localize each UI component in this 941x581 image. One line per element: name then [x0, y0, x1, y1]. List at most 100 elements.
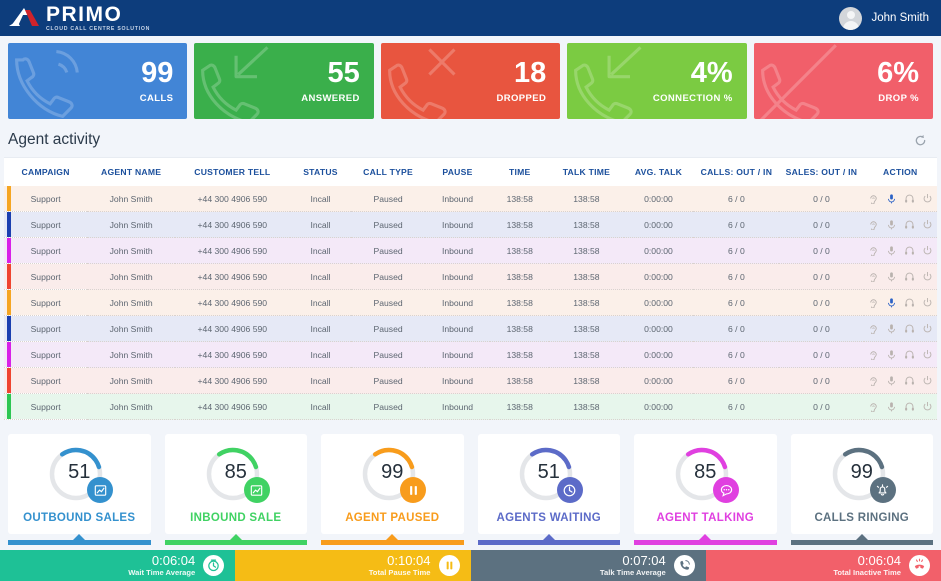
status-icon-circle [438, 555, 460, 576]
headset-icon[interactable] [904, 193, 915, 204]
microphone-icon[interactable] [886, 297, 897, 308]
headset-icon[interactable] [904, 219, 915, 230]
power-icon[interactable] [922, 297, 933, 308]
kpi-card-connection[interactable]: 4% CONNECTION % [567, 43, 747, 119]
table-row[interactable]: Support John Smith +44 300 4906 590 Incall P… [4, 263, 937, 290]
ear-listen-icon[interactable] [868, 323, 879, 334]
status-segment-total-inactive-time[interactable]: 0:06:04 Total Inactive Time [705, 550, 941, 581]
power-icon[interactable] [922, 375, 933, 386]
cell-avg-talk: 0:00:00 [623, 341, 694, 368]
gauge-widget-agents-waiting[interactable]: 51 AGENTS WAITING [477, 434, 620, 546]
status-label: Wait Time Average [128, 567, 196, 577]
power-icon[interactable] [922, 323, 933, 334]
microphone-icon[interactable] [886, 245, 897, 256]
kpi-card-answered[interactable]: 55 ANSWERED [194, 43, 374, 119]
power-icon[interactable] [922, 401, 933, 412]
headset-icon[interactable] [904, 297, 915, 308]
gauge-widget-outbound-sales[interactable]: 51 OUTBOUND SALES [8, 434, 151, 546]
microphone-icon[interactable] [886, 219, 897, 230]
table-row[interactable]: Support John Smith +44 300 4906 590 Incall P… [4, 237, 937, 264]
microphone-icon[interactable] [886, 375, 897, 386]
gauge-widget-inbound-sale[interactable]: 85 INBOUND SALE [164, 434, 307, 546]
cell-status: Incall [289, 315, 352, 342]
action-icon-group [864, 219, 937, 230]
microphone-icon[interactable] [886, 349, 897, 360]
ear-listen-icon[interactable] [868, 297, 879, 308]
status-segment-total-pause-time[interactable]: 0:10:04 Total Pause Time [235, 550, 471, 581]
column-header-pause[interactable]: PAUSE [424, 158, 491, 186]
app-logo[interactable]: PRIMO CLOUD CALL CENTRE SOLUTION [8, 4, 150, 32]
power-icon[interactable] [922, 271, 933, 282]
headset-icon[interactable] [904, 401, 915, 412]
cell-talk-time: 138:58 [549, 211, 624, 238]
column-header-time[interactable]: TIME [490, 158, 550, 186]
microphone-icon[interactable] [886, 323, 897, 334]
chat-icon [720, 484, 732, 497]
headset-icon[interactable] [904, 245, 915, 256]
refresh-icon[interactable] [911, 131, 929, 149]
column-header-sales-out-in[interactable]: SALES: OUT / IN [779, 158, 864, 186]
gauge-badge [713, 477, 740, 503]
cell-time: 138:58 [490, 341, 550, 368]
status-segment-wait-time-average[interactable]: 0:06:04 Wait Time Average [0, 550, 236, 581]
cell-campaign: Support [4, 367, 88, 394]
column-header-avg-talk[interactable]: AVG. TALK [623, 158, 694, 186]
table-row[interactable]: Support John Smith +44 300 4906 590 Incall P… [4, 341, 937, 368]
kpi-card-calls[interactable]: 99 CALLS [8, 43, 188, 119]
user-menu[interactable]: John Smith [839, 6, 929, 30]
column-header-customer-tell[interactable]: CUSTOMER TELL [175, 158, 290, 186]
ear-listen-icon[interactable] [868, 401, 879, 412]
column-header-status[interactable]: STATUS [289, 158, 352, 186]
table-row[interactable]: Support John Smith +44 300 4906 590 Incall P… [4, 315, 937, 342]
column-header-talk-time[interactable]: TALK TIME [549, 158, 624, 186]
column-header-calls-out-in[interactable]: CALLS: OUT / IN [693, 158, 780, 186]
cell-status: Incall [289, 263, 352, 290]
phone-slash-icon [759, 44, 837, 119]
cell-calls: 6 / 0 [693, 367, 780, 394]
cell-talk-time: 138:58 [549, 341, 624, 368]
headset-icon[interactable] [904, 349, 915, 360]
bottom-status-bar: 0:06:04 Wait Time Average 0:10:04 Total Pau… [0, 550, 941, 581]
headset-icon[interactable] [904, 323, 915, 334]
logo-tagline: CLOUD CALL CENTRE SOLUTION [46, 25, 151, 32]
status-segment-talk-time-average[interactable]: 0:07:04 Talk Time Average [470, 550, 706, 581]
headset-icon[interactable] [904, 271, 915, 282]
gauge-widget-agent-paused[interactable]: 99 AGENT PAUSED [321, 434, 464, 546]
gauge-widget-agent-talking[interactable]: 85 AGENT TALKING [634, 434, 777, 546]
cell-calls: 6 / 0 [693, 393, 780, 420]
table-row[interactable]: Support John Smith +44 300 4906 590 Incall P… [4, 289, 937, 316]
chart-up-icon [94, 484, 107, 496]
column-header-action[interactable]: ACTION [863, 158, 937, 186]
column-header-campaign[interactable]: CAMPAIGN [4, 158, 88, 186]
ear-listen-icon[interactable] [868, 375, 879, 386]
ear-listen-icon[interactable] [868, 219, 879, 230]
ear-listen-icon[interactable] [868, 245, 879, 256]
column-header-call-type[interactable]: CALL TYPE [351, 158, 425, 186]
kpi-card-dropped[interactable]: 18 DROPPED [380, 43, 561, 119]
cell-pause: Inbound [424, 186, 491, 212]
table-row[interactable]: Support John Smith +44 300 4906 590 Incall P… [4, 186, 937, 212]
table-row[interactable]: Support John Smith +44 300 4906 590 Incall P… [4, 367, 937, 394]
power-icon[interactable] [922, 219, 933, 230]
kpi-card-drop[interactable]: 6% DROP % [753, 43, 934, 119]
pause-icon [409, 485, 417, 495]
ear-listen-icon[interactable] [868, 193, 879, 204]
cell-time: 138:58 [490, 186, 550, 212]
column-header-agent-name[interactable]: AGENT NAME [87, 158, 175, 186]
ear-listen-icon[interactable] [868, 271, 879, 282]
cell-time: 138:58 [490, 237, 550, 264]
microphone-icon[interactable] [886, 271, 897, 282]
microphone-icon[interactable] [886, 401, 897, 412]
gauge-accent [477, 534, 620, 546]
power-icon[interactable] [922, 193, 933, 204]
gauge-widget-calls-ringing[interactable]: 99 CALLS RINGING [790, 434, 933, 546]
cell-tell: +44 300 4906 590 [175, 186, 290, 212]
table-row[interactable]: Support John Smith +44 300 4906 590 Incall P… [4, 211, 937, 238]
power-icon[interactable] [922, 349, 933, 360]
microphone-icon[interactable] [886, 193, 897, 204]
headset-icon[interactable] [904, 375, 915, 386]
power-icon[interactable] [922, 245, 933, 256]
ear-listen-icon[interactable] [868, 349, 879, 360]
table-row[interactable]: Support John Smith +44 300 4906 590 Incall P… [4, 393, 937, 420]
cell-time: 138:58 [490, 263, 550, 290]
